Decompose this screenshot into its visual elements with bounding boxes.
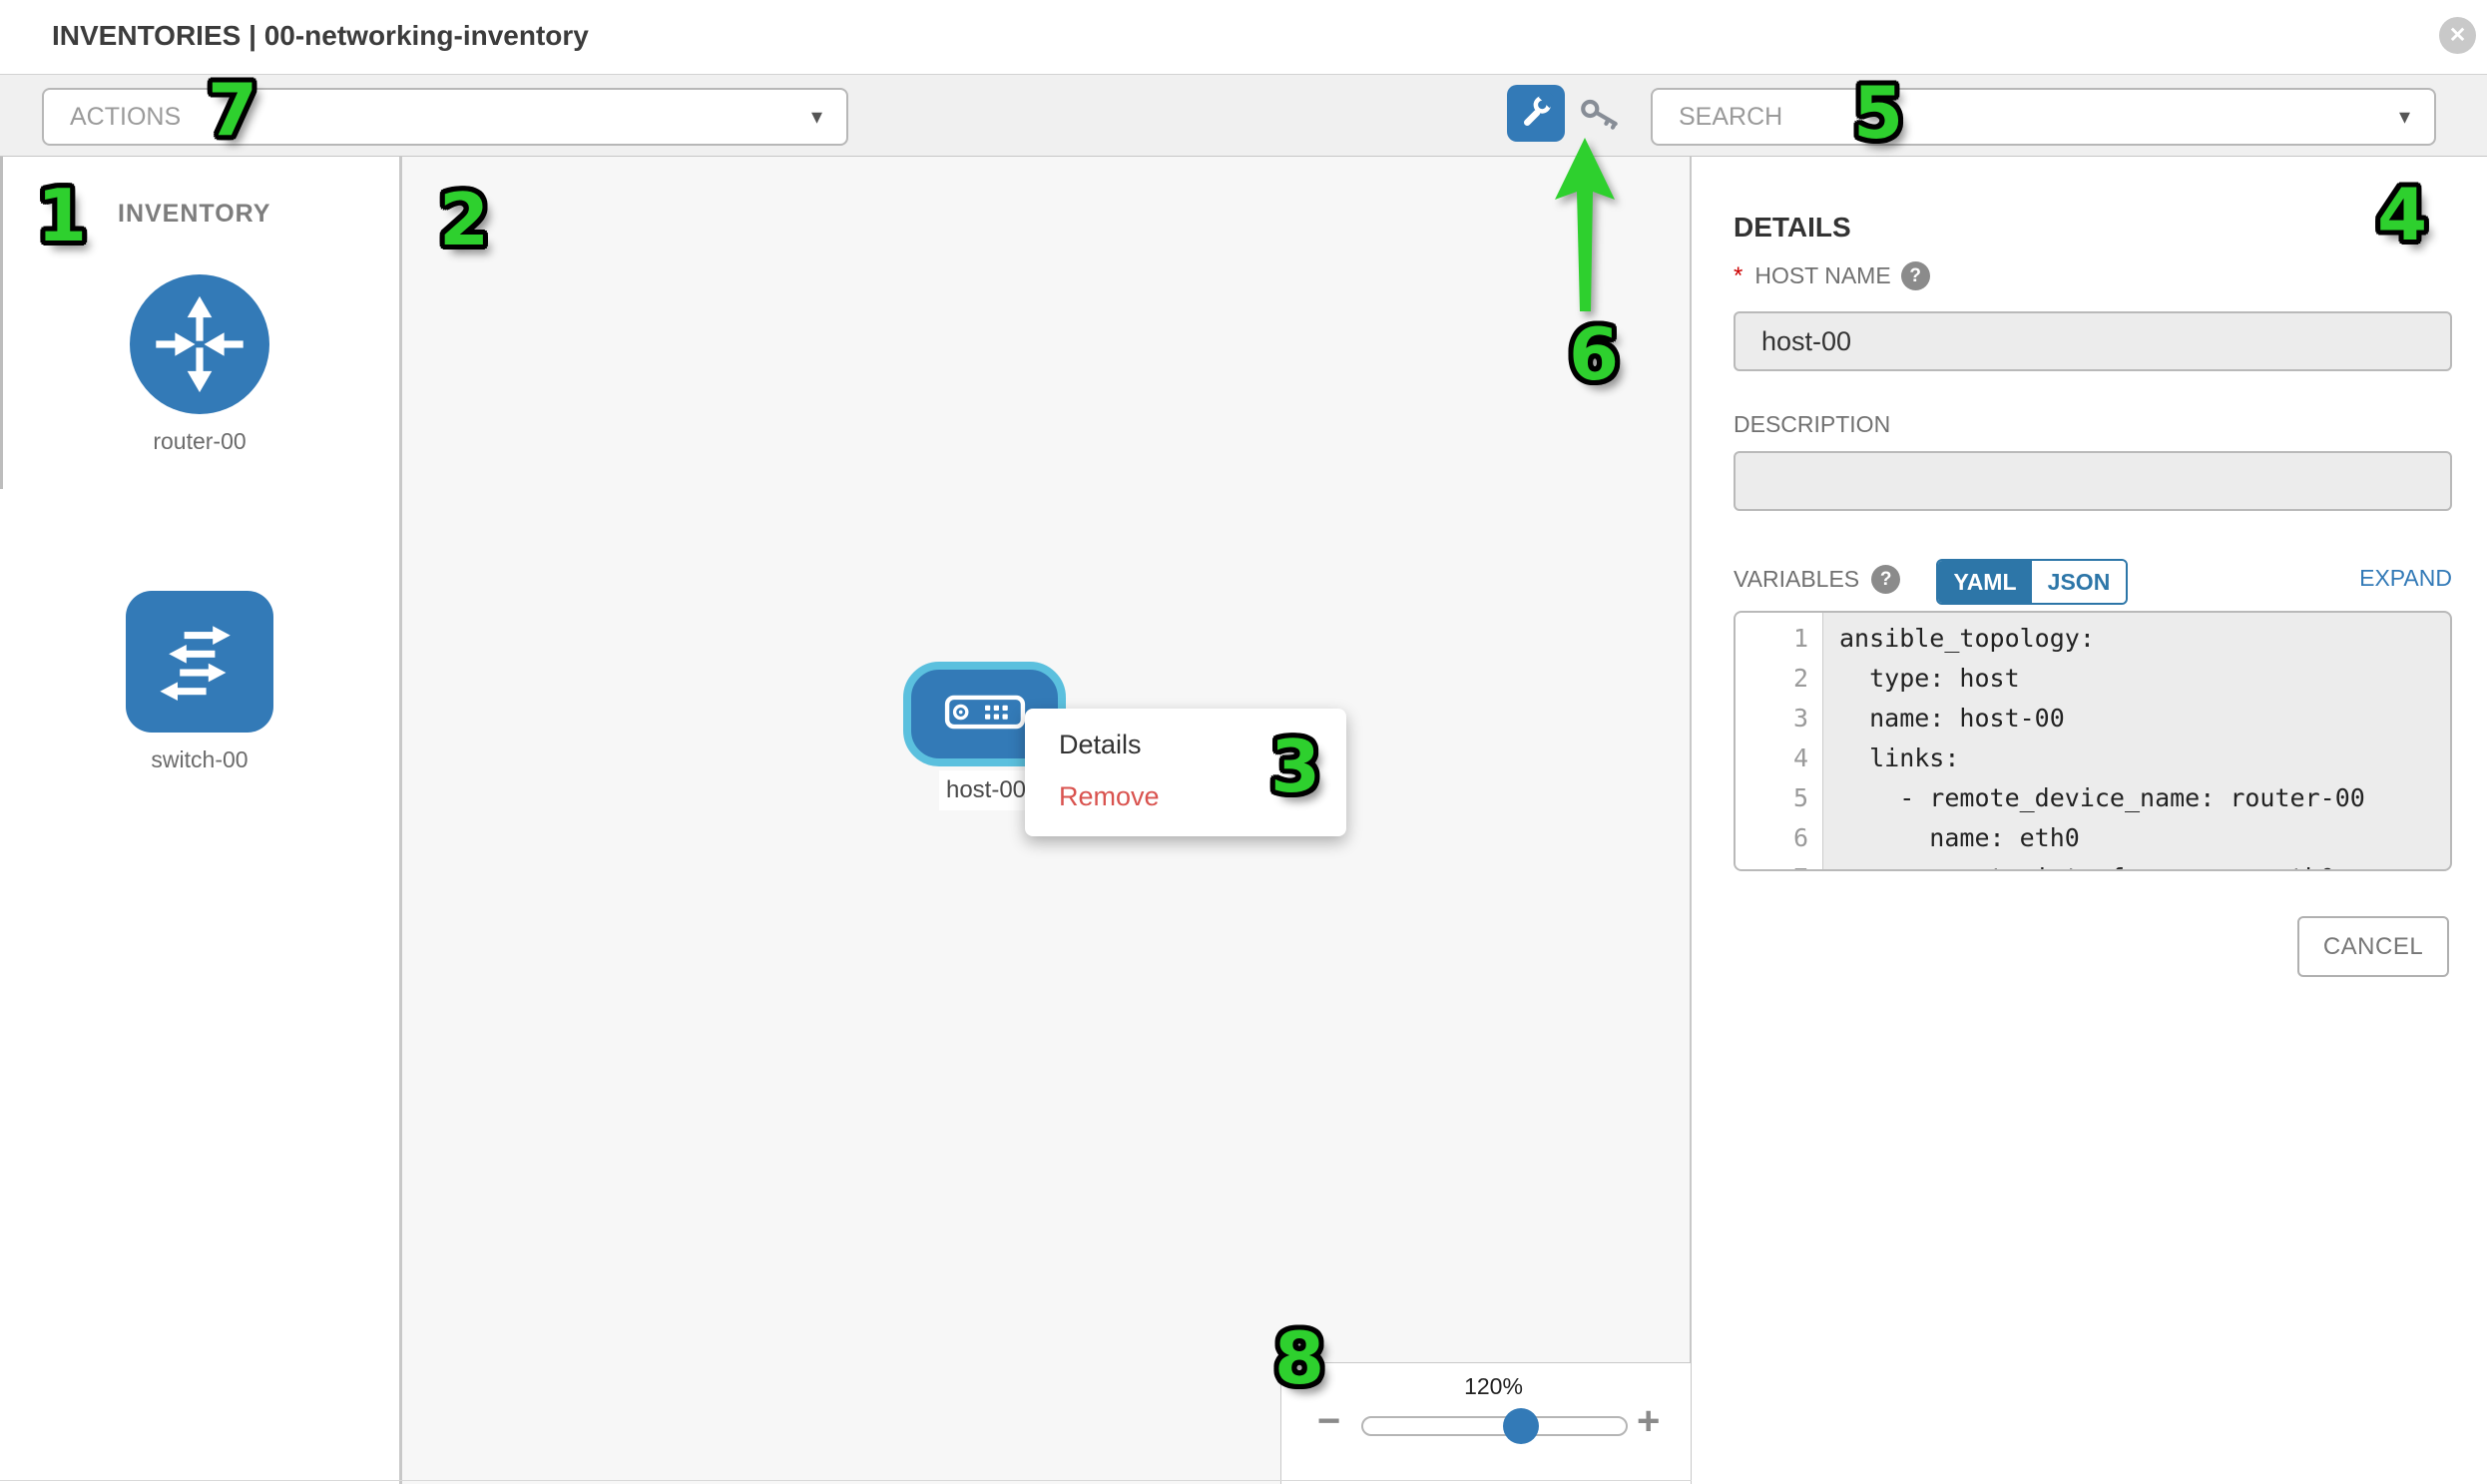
host-name-label: HOST NAME	[1754, 262, 1890, 289]
host-node-label: host-00	[939, 770, 1033, 810]
actions-dropdown[interactable]: ACTIONS ▾	[42, 88, 848, 146]
variables-label: VARIABLES	[1734, 566, 1859, 593]
app-window: INVENTORIES | 00-networking-inventory ✕ …	[0, 0, 2487, 1484]
line-number: 2	[1736, 659, 1822, 699]
help-icon[interactable]: ?	[1871, 565, 1900, 594]
chevron-down-icon: ▾	[811, 104, 846, 130]
zoom-in-button[interactable]: +	[1637, 1401, 1660, 1441]
zoom-slider[interactable]	[1361, 1416, 1628, 1436]
code-line: ansible_topology:	[1839, 619, 2450, 659]
code-line: type: host	[1839, 659, 2450, 699]
tab-yaml[interactable]: YAML	[1938, 561, 2032, 603]
variables-code-editor[interactable]: 1 2 3 4 5 6 7 ansible_topology: type: ho…	[1734, 611, 2452, 871]
switch-icon	[126, 591, 273, 733]
palette-item-label: switch-00	[0, 746, 399, 773]
description-input[interactable]	[1734, 451, 2452, 511]
sidebar-title: INVENTORY	[118, 200, 270, 229]
cancel-button[interactable]: CANCEL	[2297, 916, 2449, 977]
context-menu-item-details[interactable]: Details	[1025, 719, 1346, 770]
variables-row: VARIABLES ? YAML JSON EXPAND	[1734, 559, 2452, 601]
key-button[interactable]	[1577, 97, 1625, 137]
tab-json[interactable]: JSON	[2032, 561, 2126, 603]
help-icon[interactable]: ?	[1901, 261, 1930, 290]
host-name-label-row: * HOST NAME ?	[1734, 261, 1930, 290]
host-name-input[interactable]	[1734, 311, 2452, 371]
palette-item-label: router-00	[0, 428, 399, 455]
variables-format-toggle: YAML JSON	[1936, 559, 2128, 605]
wrench-button[interactable]	[1507, 85, 1565, 142]
code-line: links:	[1839, 739, 2450, 778]
toolbar: ACTIONS ▾	[0, 75, 2487, 158]
line-number: 5	[1736, 778, 1822, 818]
header: INVENTORIES | 00-networking-inventory ✕	[0, 0, 2487, 75]
expand-link[interactable]: EXPAND	[2359, 565, 2452, 592]
zoom-slider-thumb[interactable]	[1503, 1408, 1539, 1444]
code-line: name: host-00	[1839, 699, 2450, 739]
code-lines: ansible_topology: type: host name: host-…	[1823, 613, 2450, 869]
details-panel: DETAILS * HOST NAME ? DESCRIPTION VARIAB…	[1692, 157, 2487, 1484]
close-glyph: ✕	[2449, 23, 2467, 48]
key-icon	[1578, 96, 1624, 138]
line-number: 3	[1736, 699, 1822, 739]
line-number: 6	[1736, 818, 1822, 858]
zoom-level: 120%	[1281, 1373, 1706, 1400]
zoom-out-button[interactable]: −	[1317, 1401, 1340, 1441]
palette-item-router[interactable]: router-00	[0, 274, 399, 455]
details-title: DETAILS	[1734, 212, 1851, 244]
canvas-bottom-border	[0, 1480, 1692, 1481]
context-menu: Details Remove	[1025, 709, 1346, 836]
wrench-icon	[1518, 93, 1554, 134]
line-number: 4	[1736, 739, 1822, 778]
page-title: INVENTORIES | 00-networking-inventory	[52, 20, 589, 52]
actions-placeholder: ACTIONS	[44, 103, 811, 132]
router-icon	[130, 274, 269, 414]
chevron-down-icon: ▾	[2399, 104, 2434, 130]
topology-canvas[interactable]: host-00 Details Remove 120% − +	[402, 157, 1692, 1484]
search-placeholder: SEARCH	[1653, 103, 2399, 132]
search-dropdown[interactable]: SEARCH ▾	[1651, 88, 2436, 146]
host-icon	[944, 695, 1026, 735]
code-line: name: eth0	[1839, 818, 2450, 858]
line-number: 1	[1736, 619, 1822, 659]
description-label: DESCRIPTION	[1734, 411, 1890, 438]
line-number-gutter: 1 2 3 4 5 6 7	[1736, 613, 1823, 869]
palette-item-switch[interactable]: switch-00	[0, 583, 399, 773]
close-icon[interactable]: ✕	[2439, 17, 2476, 54]
variables-label-row: VARIABLES ?	[1734, 565, 1900, 594]
code-line: remote_interface_name: eth0	[1839, 858, 2450, 871]
code-line: - remote_device_name: router-00	[1839, 778, 2450, 818]
line-number: 7	[1736, 858, 1822, 871]
inventory-sidebar: INVENTORY router-00	[0, 157, 402, 1484]
zoom-control: 120% − +	[1280, 1362, 1691, 1484]
required-asterisk: *	[1734, 262, 1742, 290]
description-label-row: DESCRIPTION	[1734, 411, 1890, 438]
context-menu-item-remove[interactable]: Remove	[1025, 770, 1346, 822]
